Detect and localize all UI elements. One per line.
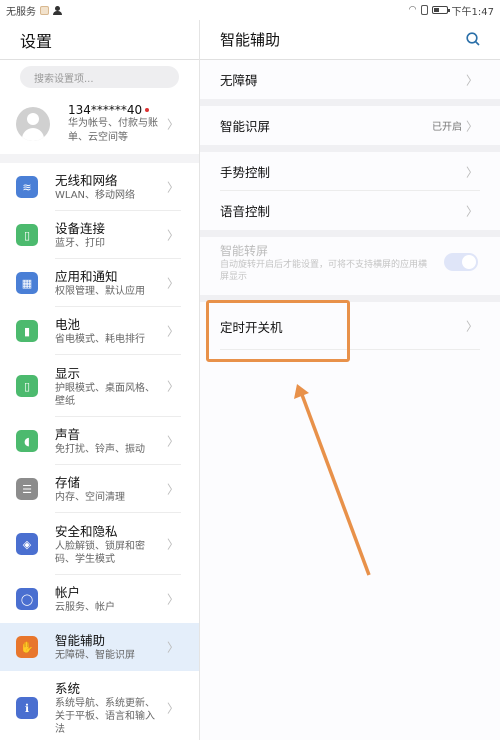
chevron-right-icon: 〉 [166,592,179,607]
chevron-right-icon: 〉 [465,319,478,334]
accessibility-item[interactable]: 无障碍 〉 [200,60,500,99]
battery-icon: ▮ [16,320,38,342]
page-title: 设置 [0,20,199,60]
user-icon [53,5,62,15]
carrier-label: 无服务 [6,6,36,18]
smart-rotate-item: 智能转屏 自动旋转开启后才能设置，可将不支持横屏的应用横屏显示 [200,237,500,295]
sidebar-item[interactable]: ◈ 安全和隐私 人脸解锁、锁屏和密码、学生模式 〉 [0,513,199,575]
smart-rotate-toggle[interactable] [444,253,478,271]
chevron-right-icon: 〉 [166,701,179,716]
detail-panel: 智能辅助 无障碍 〉 智能识屏 已开启 〉 手势控制 〉 语音控制 〉 智能转屏… [200,20,500,740]
sidebar-item[interactable]: ✋ 智能辅助无障碍、智能识屏 〉 [0,623,199,671]
voice-control-label: 语音控制 [220,204,271,219]
notification-dot [145,108,150,112]
hand-icon: ✋ [16,636,38,658]
sidebar-item-label: 智能辅助 [55,633,106,648]
status-bar: 无服务 ◠ 下午1:47 [0,0,500,20]
apps-icon: ▦ [16,272,38,294]
chevron-right-icon: 〉 [166,482,179,497]
sidebar-item-label: 存储 [55,475,81,490]
chevron-right-icon: 〉 [465,165,478,179]
sidebar-item-label: 无线和网络 [55,173,118,188]
account-subtitle: 华为帐号、付款与账单、云空间等 [68,118,158,143]
sidebar-item-label: 设备连接 [55,221,106,236]
sidebar-item[interactable]: ◯ 帐户云服务、帐户 〉 [0,575,199,623]
sidebar-item-label: 声音 [55,427,81,442]
smart-rotate-label: 智能转屏 [220,244,269,258]
chevron-right-icon: 〉 [465,204,478,218]
wifi-icon: ≋ [16,176,38,198]
avatar [16,107,50,141]
chevron-right-icon: 〉 [465,119,478,133]
sidebar-item[interactable]: ▮ 电池省电模式、耗电排行 〉 [0,307,199,355]
sidebar-item-label: 应用和通知 [55,269,118,284]
sidebar-item[interactable]: ▯ 显示 护眼模式、桌面风格、壁纸〉 [0,355,199,417]
sidebar-item-subtitle: 权限管理、默认应用 [55,286,145,297]
account-icon: ◯ [16,588,38,610]
smart-rotate-description: 自动旋转开启后才能设置，可将不支持横屏的应用横屏显示 [220,260,428,282]
chevron-right-icon: 〉 [166,434,179,449]
chevron-right-icon: 〉 [166,324,179,339]
sidebar-item-subtitle: 人脸解锁、锁屏和密码、学生模式 [55,540,145,565]
chevron-right-icon: 〉 [166,180,179,195]
shield-icon: ◈ [16,533,38,555]
sidebar-item-label: 帐户 [55,585,81,600]
smart-screen-label: 智能识屏 [220,119,271,134]
gesture-control-label: 手势控制 [220,165,271,180]
sound-icon: ◖ [16,430,38,452]
settings-sidebar: 设置 搜索设置项... 134******40 华为帐号、付款与账单、云空间等 … [0,20,199,740]
clock: 下午1:47 [451,6,494,18]
voice-control-item[interactable]: 语音控制 〉 [200,191,500,230]
sidebar-item-subtitle: 蓝牙、打印 [55,238,105,249]
storage-icon: ☰ [16,478,38,500]
sidebar-item-subtitle: 内存、空间清理 [55,492,125,503]
gesture-control-item[interactable]: 手势控制 〉 [200,152,500,191]
detail-title: 智能辅助 [220,31,281,49]
annotation-highlight-box [206,300,350,362]
sidebar-item[interactable]: ℹ 系统系统导航、系统更新、关于平板、语言和输入法〉 [0,671,199,740]
wifi-off-icon: ◠ [408,5,417,15]
sidebar-item-label: 系统 [55,681,81,696]
account-name: 134******40 [68,103,143,117]
chevron-right-icon: 〉 [166,640,179,655]
sidebar-item-subtitle: 无障碍、智能识屏 [55,650,135,661]
chevron-right-icon: 〉 [166,117,179,132]
sidebar-item[interactable]: ▦ 应用和通知权限管理、默认应用 〉 [0,259,199,307]
chevron-right-icon: 〉 [166,537,179,552]
smart-screen-status: 已开启 [432,122,462,133]
device-connect-icon: ▯ [16,224,38,246]
search-icon[interactable] [466,32,480,46]
battery-status-icon [431,6,450,14]
system-info-icon: ℹ [16,697,38,719]
chevron-right-icon: 〉 [166,379,179,394]
sidebar-item-subtitle: 省电模式、耗电排行 [55,334,145,345]
sim-icon [40,5,49,15]
sidebar-item-subtitle: 系统导航、系统更新、关于平板、语言和输入法 [55,698,155,735]
sidebar-item-subtitle: 云服务、帐户 [55,602,115,613]
chevron-right-icon: 〉 [166,276,179,291]
sidebar-item-label: 电池 [55,317,81,332]
sidebar-item[interactable]: ▯ 设备连接蓝牙、打印 〉 [0,211,199,259]
nfc-icon [420,5,428,15]
display-icon: ▯ [16,375,38,397]
accessibility-label: 无障碍 [220,73,258,88]
sidebar-item[interactable]: ◖ 声音免打扰、铃声、振动 〉 [0,417,199,465]
sidebar-item-subtitle: 免打扰、铃声、振动 [55,444,145,455]
chevron-right-icon: 〉 [465,73,478,87]
settings-search-input[interactable]: 搜索设置项... [20,66,179,88]
chevron-right-icon: 〉 [166,228,179,243]
sidebar-item[interactable]: ☰ 存储内存、空间清理 〉 [0,465,199,513]
sidebar-item[interactable]: ≋ 无线和网络 WLAN、移动网络 〉 [0,163,199,211]
sidebar-item-label: 安全和隐私 [55,523,118,539]
account-item[interactable]: 134******40 华为帐号、付款与账单、云空间等 〉 [0,94,199,154]
smart-screen-item[interactable]: 智能识屏 已开启 〉 [200,106,500,145]
sidebar-item-subtitle: WLAN、移动网络 [55,190,136,201]
sidebar-item-label: 显示 [55,365,81,381]
sidebar-item-subtitle: 护眼模式、桌面风格、壁纸 [55,382,155,407]
